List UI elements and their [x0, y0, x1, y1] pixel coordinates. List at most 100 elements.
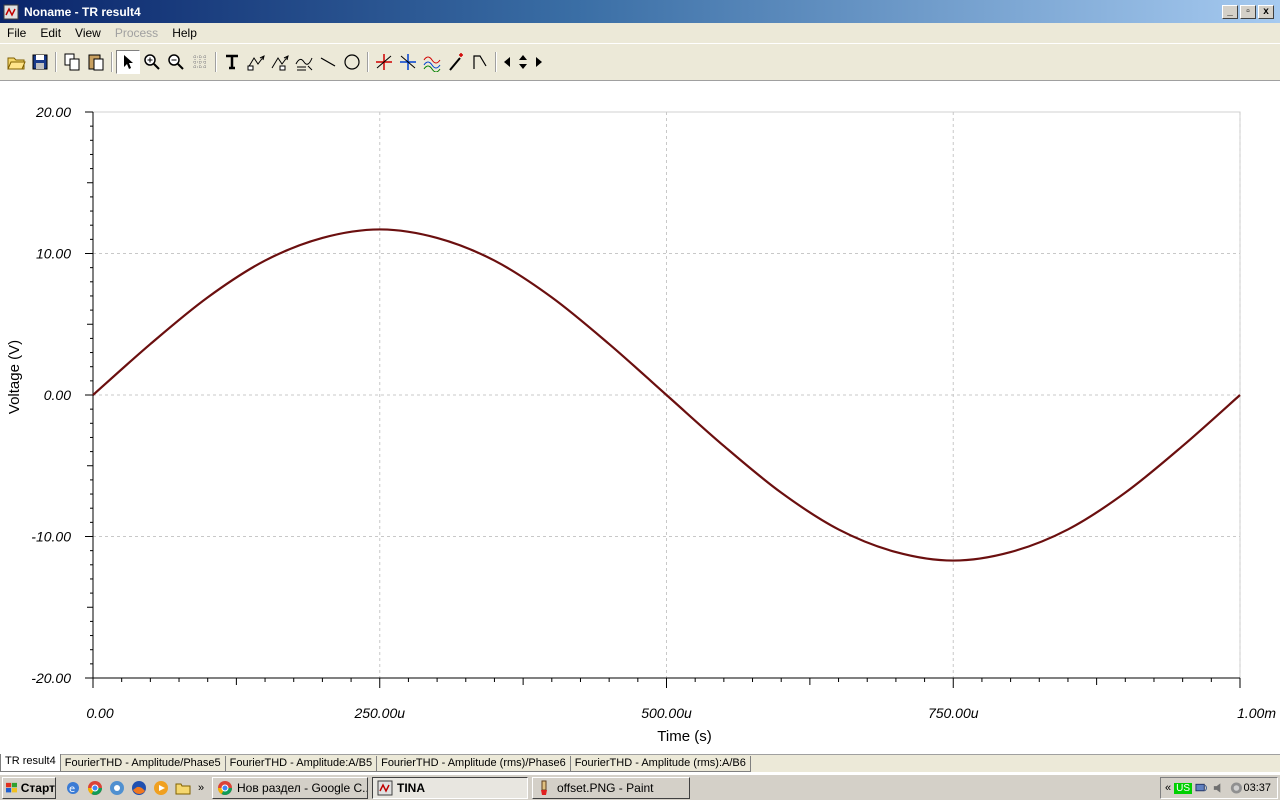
y-tick-label: 20.00 — [35, 104, 71, 120]
toolbar-separator — [52, 50, 60, 74]
chart-area[interactable]: 0.00 250.00u 500.00u 750.00u 1.00m 20.00 10.00… — [0, 82, 1280, 754]
toolbar-separator — [212, 50, 220, 74]
zoom-out-icon — [168, 54, 184, 70]
probe-button[interactable] — [444, 50, 468, 74]
quicklaunch-chrome-1[interactable] — [84, 777, 106, 799]
quicklaunch-ie[interactable]: e — [62, 777, 84, 799]
pointer-button[interactable] — [116, 50, 140, 74]
paint-icon — [541, 780, 547, 795]
menu-edit[interactable]: Edit — [33, 26, 68, 40]
paste-button[interactable] — [84, 50, 108, 74]
marker-a-icon — [376, 54, 392, 70]
nav-updown-icon — [519, 55, 527, 69]
wave-icon — [423, 56, 441, 72]
volume-icon[interactable] — [1212, 781, 1227, 795]
quicklaunch-more[interactable]: » — [194, 777, 208, 799]
start-button[interactable]: Старт — [2, 776, 56, 799]
cursor-b-button[interactable] — [268, 50, 292, 74]
chrome-icon — [110, 780, 124, 795]
task-paint[interactable]: offset.PNG - Paint — [532, 776, 690, 799]
copy-icon — [64, 53, 80, 71]
media-player-icon — [154, 780, 168, 795]
tray-expand-button[interactable]: « — [1165, 782, 1171, 794]
tab-fourier-rms-phase6[interactable]: FourierTHD - Amplitude (rms)/Phase6 — [376, 756, 571, 772]
folder-icon — [175, 783, 191, 794]
slope-icon — [473, 55, 487, 69]
open-button[interactable] — [4, 50, 28, 74]
copy-button[interactable] — [60, 50, 84, 74]
marker-b-icon — [400, 54, 416, 70]
wave-button[interactable] — [420, 50, 444, 74]
marker-a-button[interactable] — [372, 50, 396, 74]
result-tabs: TR result4 FourierTHD - Amplitude/Phase5… — [0, 754, 1280, 772]
chevron-right-icon: » — [197, 781, 205, 794]
menu-process[interactable]: Process — [108, 26, 165, 40]
toolbar — [0, 43, 1280, 81]
shield-icon[interactable] — [1229, 781, 1244, 795]
taskbar: Старт e » Нов раздел - Google C... TINA … — [0, 774, 1280, 800]
zoom-in-icon — [144, 54, 160, 70]
zoom-out-button[interactable] — [164, 50, 188, 74]
toolbar-separator — [364, 50, 372, 74]
open-folder-icon — [7, 57, 26, 70]
firefox-icon — [132, 780, 146, 795]
x-tick-label: 1.00m — [1237, 705, 1276, 721]
quicklaunch-firefox[interactable] — [128, 777, 150, 799]
browser-e-icon: e — [67, 781, 79, 795]
y-tick-label: 0.00 — [44, 387, 71, 403]
quicklaunch-media[interactable] — [150, 777, 172, 799]
tab-fourier-amp-phase5[interactable]: FourierTHD - Amplitude/Phase5 — [59, 756, 226, 772]
tina-app-icon — [377, 780, 393, 795]
y-tick-label: -10.00 — [31, 529, 71, 545]
save-icon — [32, 54, 48, 70]
nav-left-button[interactable] — [500, 50, 514, 74]
language-indicator[interactable]: US — [1174, 782, 1193, 794]
menu-help[interactable]: Help — [165, 26, 204, 40]
close-button[interactable]: x — [1258, 4, 1274, 19]
network-icon[interactable] — [1195, 781, 1210, 795]
circle-button[interactable] — [340, 50, 364, 74]
tab-tr-result4[interactable]: TR result4 — [0, 754, 61, 772]
cursor-a-button[interactable] — [244, 50, 268, 74]
quicklaunch-chrome-2[interactable] — [106, 777, 128, 799]
nav-updown-button[interactable] — [514, 50, 532, 74]
task-chrome[interactable]: Нов раздел - Google C... — [212, 776, 368, 799]
nav-left-icon — [504, 57, 510, 67]
tab-fourier-rms-ab6[interactable]: FourierTHD - Amplitude (rms):A/B6 — [569, 756, 751, 772]
voltage-time-chart[interactable]: 0.00 250.00u 500.00u 750.00u 1.00m 20.00 10.00… — [0, 82, 1280, 754]
x-tick-label: 250.00u — [353, 705, 405, 721]
quicklaunch-folder[interactable] — [172, 777, 194, 799]
tab-fourier-amp-ab5[interactable]: FourierTHD - Amplitude:A/B5 — [224, 756, 378, 772]
window-title: Noname - TR result4 — [24, 4, 141, 19]
minimize-button[interactable]: _ — [1222, 4, 1238, 19]
cursor-b-icon — [271, 55, 289, 71]
grid-icon — [193, 55, 207, 69]
marker-b-button[interactable] — [396, 50, 420, 74]
svg-text:e: e — [69, 784, 75, 795]
slope-button[interactable] — [468, 50, 492, 74]
pointer-icon — [124, 55, 133, 69]
probe-icon — [449, 53, 463, 71]
clock: 03:37 — [1243, 782, 1271, 794]
text-button[interactable] — [220, 50, 244, 74]
tina-app-icon — [3, 4, 19, 19]
task-label: offset.PNG - Paint — [557, 780, 654, 795]
nav-right-button[interactable] — [532, 50, 546, 74]
toolbar-separator — [492, 50, 500, 74]
toolbar-separator — [108, 50, 116, 74]
curve-label-button[interactable] — [292, 50, 316, 74]
grid-button[interactable] — [188, 50, 212, 74]
restore-button[interactable]: ▫ — [1240, 4, 1256, 19]
chrome-icon — [218, 780, 232, 795]
task-tina[interactable]: TINA — [372, 776, 528, 799]
system-tray: « US 03:37 — [1160, 777, 1278, 799]
y-tick-label: 10.00 — [36, 246, 71, 262]
zoom-in-button[interactable] — [140, 50, 164, 74]
x-tick-label: 0.00 — [86, 705, 113, 721]
save-button[interactable] — [28, 50, 52, 74]
menu-view[interactable]: View — [68, 26, 108, 40]
menu-file[interactable]: File — [0, 26, 33, 40]
line-button[interactable] — [316, 50, 340, 74]
cursor-a-icon — [247, 55, 265, 71]
chrome-icon — [88, 780, 102, 795]
